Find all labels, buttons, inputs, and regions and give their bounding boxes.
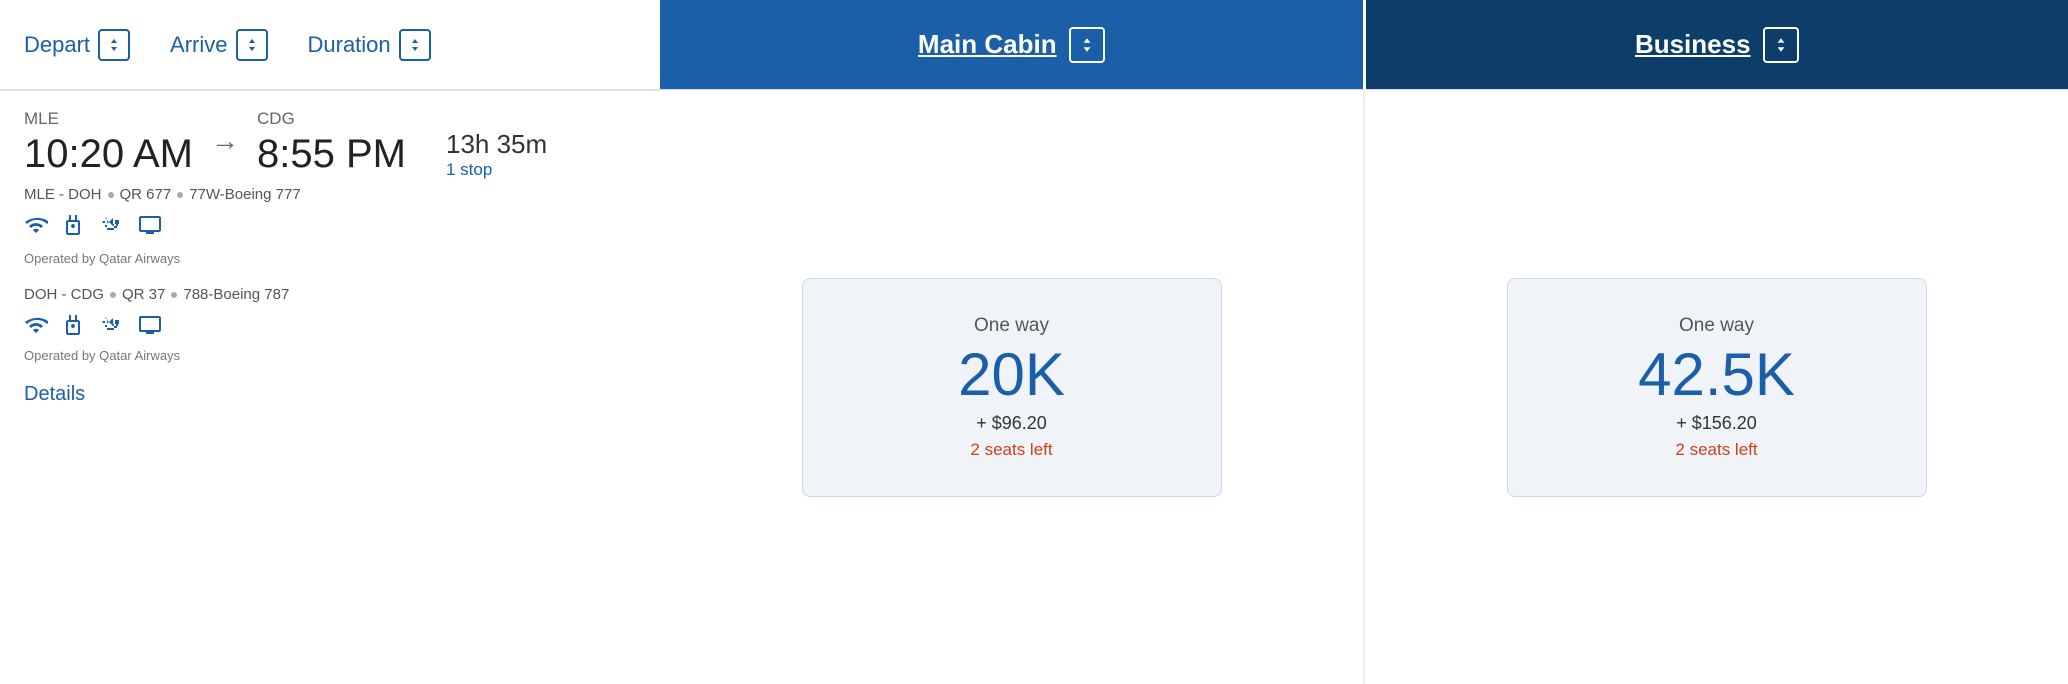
duration-sort-icon [399,29,431,61]
segment1-amenities [24,213,636,243]
main-cabin-sort-icon [1069,27,1105,63]
duration-section: 13h 35m 1 stop [446,129,547,180]
segment2-block: DOH - CDG QR 37 788-Boeing 787 [24,286,636,363]
segment2-amenities [24,313,636,340]
arrow-icon: → [211,127,239,155]
duration-label: Duration [308,32,391,58]
depart-code: MLE [24,109,193,129]
page-container: Depart Arrive Duration [0,0,2068,684]
business-seats: 2 seats left [1532,440,1902,460]
dot1 [108,192,114,198]
flight-info-panel: MLE 10:20 AM → CDG 8:55 PM 13h 35m 1 sto… [0,91,660,684]
segment1-route: MLE - DOH [24,186,102,203]
usb-icon [100,213,124,243]
business-price: 42.5K [1532,345,1902,405]
main-cabin-one-way-label: One way [827,315,1197,337]
dot3 [110,292,116,298]
segment2-route-info: DOH - CDG QR 37 788-Boeing 787 [24,286,636,303]
wifi-icon-2 [24,313,48,340]
business-label: Business [1635,29,1751,60]
stops-value: 1 stop [446,160,547,180]
times-section: MLE 10:20 AM → CDG 8:55 PM 13h 35m 1 sto… [24,109,636,180]
depart-section: MLE 10:20 AM [24,109,193,177]
pricing-cols: One way 20K + $96.20 2 seats left One wa… [660,91,2068,684]
business-fees: + $156.20 [1532,413,1902,434]
segment1-block: MLE - DOH QR 677 77W-Boeing 777 [24,186,636,266]
arrive-section: CDG 8:55 PM [257,109,406,177]
dot4 [171,292,177,298]
dot2 [177,192,183,198]
segment1-operated: Operated by Qatar Airways [24,251,636,266]
depart-sort-button[interactable]: Depart [24,29,130,61]
segment2-aircraft: 788-Boeing 787 [183,286,289,303]
segment2-route: DOH - CDG [24,286,104,303]
arrive-label: Arrive [170,32,227,58]
duration-value: 13h 35m [446,129,547,160]
main-cabin-pricing-col: One way 20K + $96.20 2 seats left [660,91,1365,684]
business-sort-icon [1763,27,1799,63]
segment2-flight: QR 37 [122,286,165,303]
details-link[interactable]: Details [24,383,85,405]
depart-sort-icon [98,29,130,61]
usb-icon-2 [100,313,124,340]
power-icon-2 [62,313,86,340]
header-row: Depart Arrive Duration [0,0,2068,90]
segment1-aircraft: 77W-Boeing 777 [189,186,300,203]
segment1-route-info: MLE - DOH QR 677 77W-Boeing 777 [24,186,636,203]
arrive-time: 8:55 PM [257,131,406,177]
entertainment-icon-2 [138,313,162,340]
duration-sort-button[interactable]: Duration [308,29,431,61]
entertainment-icon [138,213,162,243]
arrive-sort-button[interactable]: Arrive [170,29,267,61]
depart-label: Depart [24,32,90,58]
cabin-headers: Main Cabin Business [660,0,2068,89]
wifi-icon [24,213,48,243]
main-cabin-fees: + $96.20 [827,413,1197,434]
main-cabin-label: Main Cabin [918,29,1057,60]
arrive-sort-icon [236,29,268,61]
main-cabin-price-card[interactable]: One way 20K + $96.20 2 seats left [802,278,1222,497]
business-price-card[interactable]: One way 42.5K + $156.20 2 seats left [1507,278,1927,497]
depart-time: 10:20 AM [24,131,193,177]
segment1-flight: QR 677 [120,186,172,203]
arrive-code: CDG [257,109,406,129]
content-row: MLE 10:20 AM → CDG 8:55 PM 13h 35m 1 sto… [0,91,2068,684]
power-icon [62,213,86,243]
business-pricing-col: One way 42.5K + $156.20 2 seats left [1365,91,2068,684]
main-cabin-header[interactable]: Main Cabin [660,0,1366,89]
main-cabin-seats: 2 seats left [827,440,1197,460]
segment2-operated: Operated by Qatar Airways [24,348,636,363]
main-cabin-price: 20K [827,345,1197,405]
business-header[interactable]: Business [1366,0,2068,89]
business-one-way-label: One way [1532,315,1902,337]
